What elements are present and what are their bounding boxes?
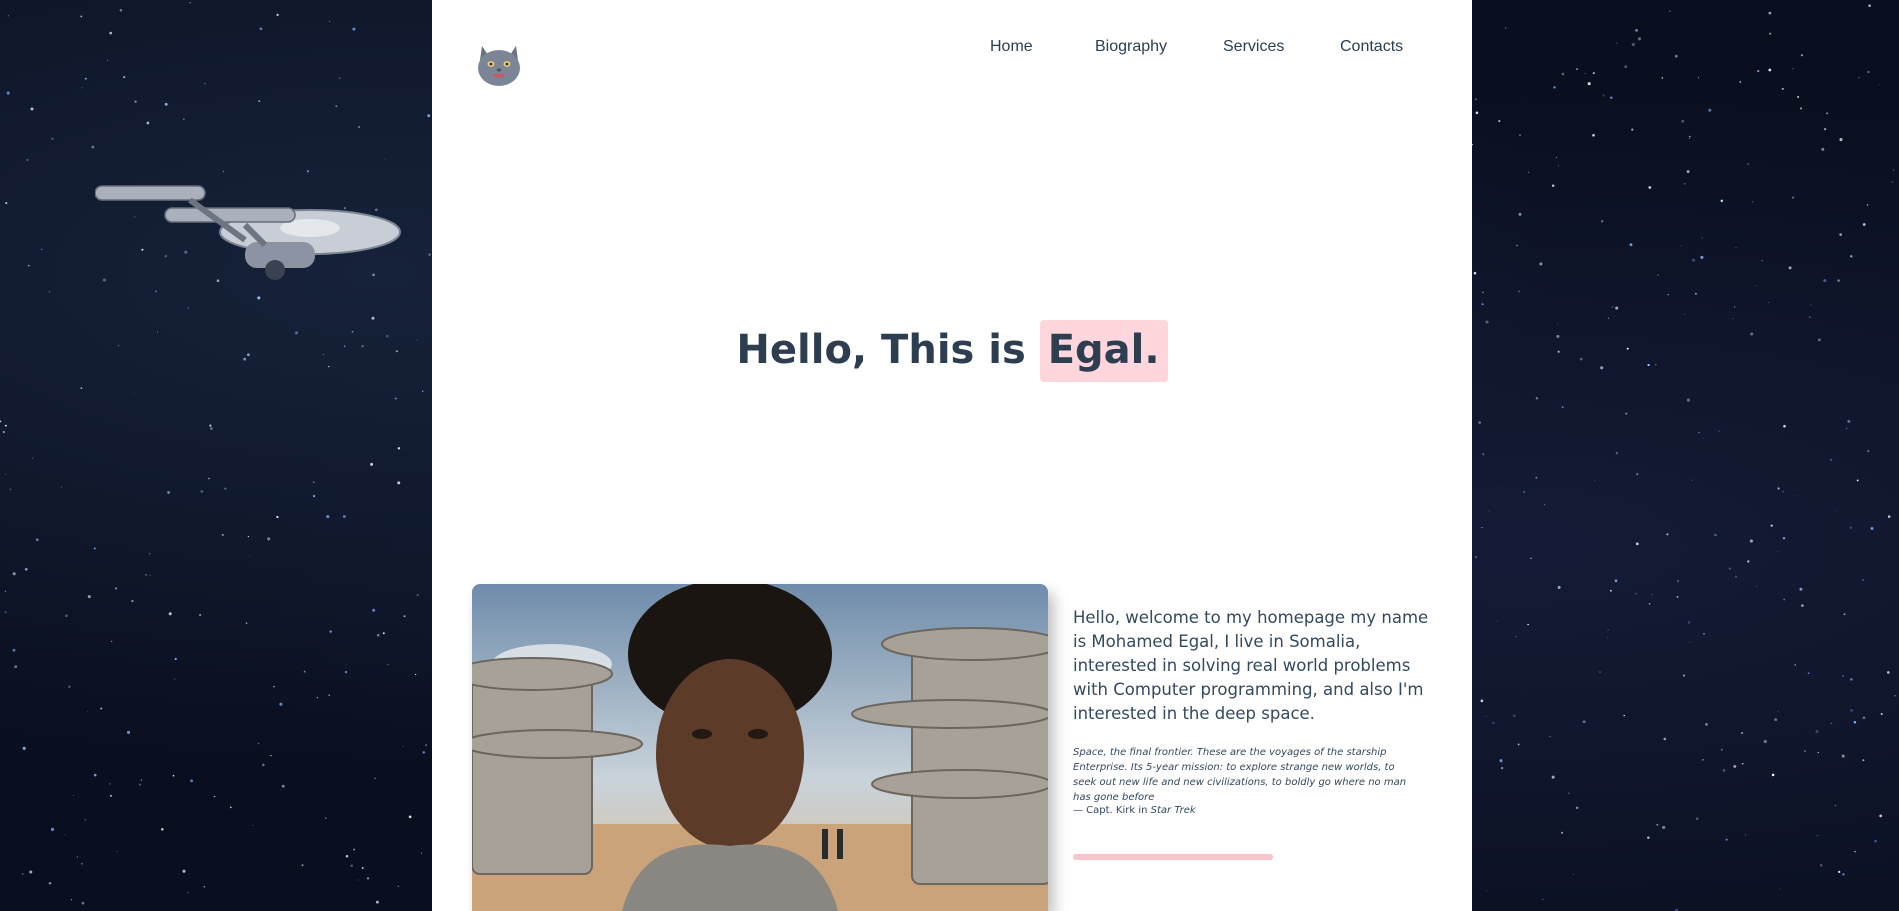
quote-citation: — Capt. Kirk in Star Trek (1073, 805, 1413, 816)
main-nav: Home Biography Services Contacts (432, 38, 1472, 62)
hero-highlight: Egal. (1039, 320, 1168, 382)
starship-icon (95, 185, 401, 280)
progress-bar (1073, 854, 1273, 860)
quote-text: Space, the final frontier. These are the… (1073, 747, 1407, 803)
page-container: Home Biography Services Contacts Hello, … (432, 0, 1472, 911)
nav-contacts[interactable]: Contacts (1340, 38, 1403, 56)
hero-heading: Hello, This is Egal. (432, 318, 1472, 382)
profile-photo (472, 584, 1048, 911)
intro-text: Hello, welcome to my homepage my name is… (1073, 608, 1429, 723)
citation-prefix: — Capt. Kirk in (1073, 805, 1148, 816)
nav-biography[interactable]: Biography (1095, 38, 1167, 56)
progress-fill (1073, 854, 1273, 860)
citation-source: Star Trek (1150, 805, 1196, 816)
hero-prefix: Hello, This is (736, 327, 1026, 373)
nav-home[interactable]: Home (990, 38, 1033, 56)
nav-services[interactable]: Services (1223, 38, 1284, 56)
